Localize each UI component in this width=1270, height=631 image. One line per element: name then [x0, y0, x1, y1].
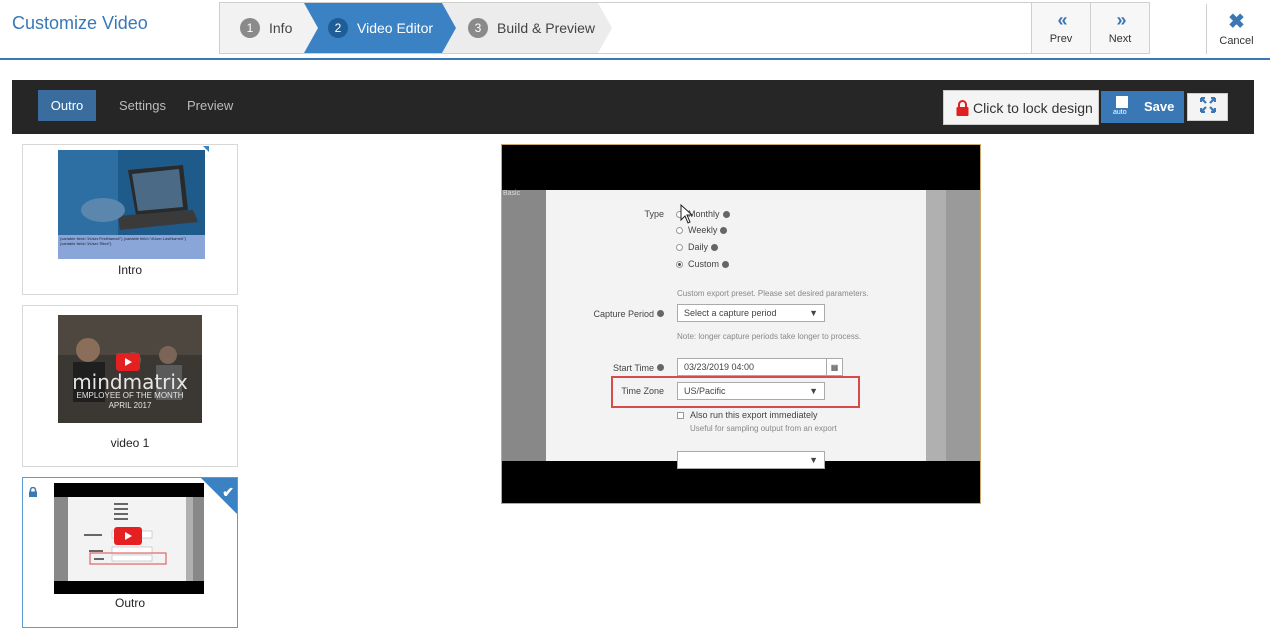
- preview-screenshot: Basic Type Monthly Weekly Daily Custom C…: [502, 190, 980, 469]
- radio-weekly: Weekly: [676, 225, 728, 235]
- close-icon: ✖: [1228, 10, 1245, 33]
- lock-icon: [956, 99, 969, 116]
- time-zone-label: Time Zone: [621, 386, 664, 396]
- step-info[interactable]: 1 Info: [220, 3, 318, 53]
- save-label: Save: [1144, 99, 1175, 114]
- outro-thumbnail-image: [54, 483, 204, 594]
- autosave-icon: auto: [1113, 95, 1131, 119]
- next-label: Next: [1108, 33, 1132, 45]
- double-chevron-right-icon: »: [1116, 10, 1126, 30]
- tab-settings[interactable]: Settings: [119, 90, 166, 121]
- capture-period-label: Capture Period: [566, 309, 664, 319]
- header-divider: [0, 58, 1270, 60]
- thumbnail-label: Outro: [114, 596, 145, 610]
- save-button[interactable]: auto Save: [1101, 91, 1184, 123]
- step-number: 1: [240, 18, 260, 38]
- step-build-preview[interactable]: 3 Build & Preview: [442, 3, 612, 53]
- thumbnail-label: video 1: [110, 436, 150, 450]
- form-panel: Type Monthly Weekly Daily Custom Custom …: [546, 190, 926, 469]
- type-label: Type: [644, 209, 664, 219]
- capture-period-select: Select a capture period ▼: [677, 304, 825, 322]
- lock-icon: [28, 484, 38, 497]
- radio-custom: Custom: [676, 259, 730, 269]
- video-preview-canvas[interactable]: Basic Type Monthly Weekly Daily Custom C…: [501, 144, 981, 504]
- page-title: Customize Video: [12, 13, 148, 33]
- fullscreen-button[interactable]: [1187, 93, 1228, 121]
- prev-button[interactable]: « Prev: [1031, 3, 1090, 53]
- capture-note: Note: longer capture periods take longer…: [677, 332, 862, 341]
- radio-daily: Daily: [676, 242, 719, 252]
- corner-text: Basic: [503, 190, 521, 197]
- tab-outro[interactable]: Outro: [38, 90, 96, 121]
- selected-check-icon: ✔: [201, 478, 237, 514]
- video-thumbnail-image: mindmatrix EMPLOYEE OF THE MONTH APRIL 2…: [58, 315, 202, 423]
- step-number: 2: [328, 18, 348, 38]
- time-zone-select: US/Pacific ▼: [677, 382, 825, 400]
- cancel-button[interactable]: ✖ Cancel: [1206, 4, 1266, 54]
- caption-text: EMPLOYEE OF THE MONTH: [76, 391, 184, 400]
- tab-preview[interactable]: Preview: [187, 90, 233, 121]
- run-now-checkbox: Also run this export immediately: [677, 410, 818, 420]
- prev-label: Prev: [1049, 33, 1073, 45]
- intro-thumbnail-image: {variable field="#User.FirstName#"} {var…: [58, 150, 205, 259]
- step-label: Video Editor: [357, 20, 434, 36]
- expand-icon: [1199, 96, 1216, 118]
- scene-thumbnail-outro[interactable]: ✔ Outro: [22, 477, 238, 628]
- start-time-field: 03/23/2019 04:00 ▦: [677, 358, 843, 376]
- scene-thumbnail-video-1[interactable]: mindmatrix EMPLOYEE OF THE MONTH APRIL 2…: [22, 305, 238, 467]
- lock-design-button[interactable]: Click to lock design: [943, 90, 1099, 125]
- custom-hint: Custom export preset. Please set desired…: [677, 289, 869, 298]
- editor-toolbar: Outro Settings Preview Click to lock des…: [12, 80, 1254, 134]
- double-chevron-left-icon: «: [1057, 10, 1067, 30]
- scene-thumbnail-intro[interactable]: {variable field="#User.FirstName#"} {var…: [22, 144, 238, 295]
- mouse-cursor-icon: [680, 203, 694, 224]
- thumbnail-label: Intro: [117, 263, 142, 277]
- customize-video-page: Customize Video 1 Info 3 Build & Preview…: [0, 0, 1270, 631]
- lock-design-label: Click to lock design: [973, 99, 1093, 116]
- step-label: Info: [269, 20, 293, 36]
- start-time-label: Start Time: [586, 363, 664, 373]
- step-number: 3: [468, 18, 488, 38]
- cancel-label: Cancel: [1219, 34, 1254, 47]
- run-now-hint: Useful for sampling output from an expor…: [690, 424, 837, 433]
- autosave-label: auto: [1113, 109, 1127, 116]
- wizard-steps: 1 Info 3 Build & Preview 2 Video Editor …: [219, 2, 1150, 54]
- partial-select: ▼: [677, 451, 825, 469]
- step-label: Build & Preview: [497, 20, 596, 36]
- screenshot-margin: [946, 190, 980, 461]
- caption-date: APRIL 2017: [108, 401, 152, 410]
- intro-overlay-text: {variable field="#User.FirstName#"} {var…: [60, 236, 186, 246]
- next-button[interactable]: » Next: [1090, 3, 1149, 53]
- screenshot-scrollbar: [926, 190, 946, 461]
- step-video-editor[interactable]: 2 Video Editor: [304, 3, 456, 53]
